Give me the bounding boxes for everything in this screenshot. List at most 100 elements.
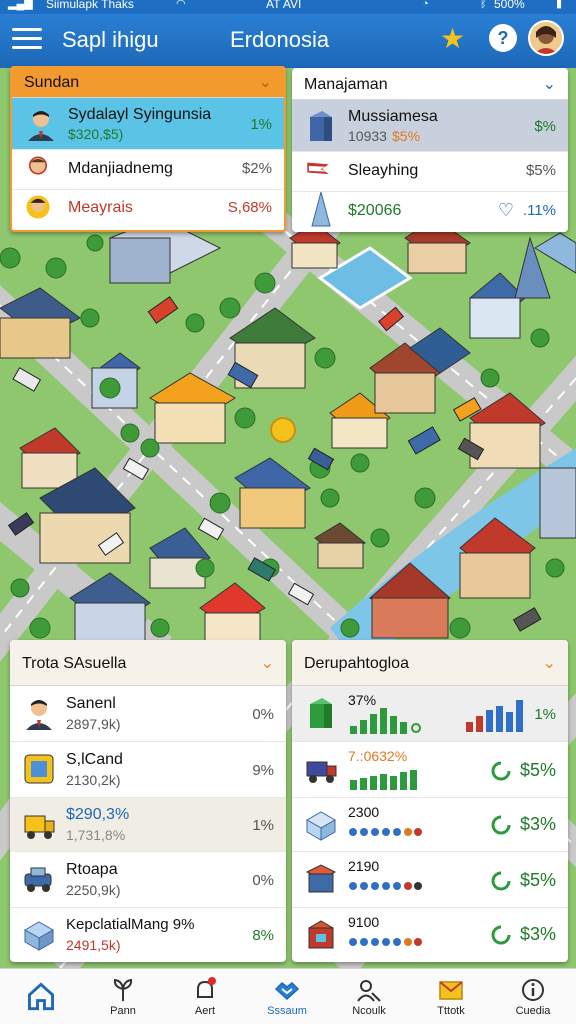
nav-label: Tttotk — [437, 1005, 465, 1017]
refresh-icon — [491, 871, 511, 891]
row-value: 2250,9k) — [66, 882, 121, 898]
list-item[interactable]: 2300 $3% — [292, 798, 568, 852]
car-icon — [24, 867, 52, 892]
panel-header[interactable]: Manajaman ⌄ — [292, 68, 568, 100]
panel-bottom-left: Trota SAsuella ⌄ Sanenl 2897,9k) 0% S,lC… — [10, 640, 286, 962]
row-percent: 1% — [534, 706, 556, 723]
row-percent: $5% — [519, 760, 556, 780]
city-name[interactable]: Erdonosia — [230, 27, 329, 53]
warehouse-icon — [305, 811, 337, 841]
chevron-down-icon[interactable]: ⌄ — [259, 72, 272, 92]
person-icon — [28, 111, 54, 141]
building-icon — [308, 920, 334, 949]
nav-label: Pann — [110, 1005, 136, 1017]
dots-chart-icon — [349, 828, 422, 836]
truck-icon — [306, 761, 337, 783]
row-name: $290,3% — [66, 806, 130, 823]
heart-icon: ♡ — [497, 200, 514, 220]
list-item[interactable]: S,lCand 2130,2k) 9% — [10, 742, 286, 798]
chevron-down-icon[interactable]: ⌄ — [543, 653, 556, 673]
nav-pann[interactable]: Pann — [82, 969, 164, 1024]
list-item[interactable]: KepclatialMang 9% 2491,5k) 8% — [10, 908, 286, 962]
bottom-nav: Pann Aert Sssaum Ncoulk Tttotk Cuedia — [0, 968, 576, 1024]
panel-header[interactable]: Derupahtogloa ⌄ — [292, 640, 568, 686]
list-item[interactable]: 7.:0632% $5% — [292, 742, 568, 798]
row-name: KepclatialMang 9% — [66, 916, 195, 933]
handshake-icon — [274, 981, 300, 1001]
refresh-icon — [491, 761, 511, 781]
list-item[interactable]: Mussiamesa 10933 $5% $% — [292, 100, 568, 152]
warehouse-icon — [23, 921, 55, 951]
truck-icon — [24, 815, 55, 839]
row-percent: 0% — [252, 706, 274, 723]
row-name: Rtoapa — [66, 861, 118, 878]
row-percent: $5% — [525, 162, 556, 179]
status-time: AT AVI — [266, 0, 302, 11]
list-item[interactable]: Mdanjiadnemg $2% — [12, 150, 284, 190]
building-icon — [310, 111, 332, 141]
chevron-down-icon[interactable]: ⌄ — [261, 653, 274, 673]
status-bar: ▂▄▆ Siimulapk Thaks ◠ AT AVI ◔ ᛒ 500% ▮ — [0, 0, 576, 14]
info-icon — [522, 979, 544, 1001]
app-header: Sapl ihigu Erdonosia ★ ? — [0, 14, 576, 68]
row-percent: 9% — [252, 762, 274, 779]
list-item[interactable]: 37% 1% — [292, 686, 568, 742]
clock-icon: ◔ — [422, 0, 429, 10]
nav-cuedia[interactable]: Cuedia — [492, 969, 574, 1024]
people-icon — [357, 980, 381, 1002]
nav-label: Cuedia — [515, 1005, 551, 1017]
nav-tttotk[interactable]: Tttotk — [410, 969, 492, 1024]
row-percent: $% — [534, 118, 556, 135]
leaf-icon — [113, 978, 133, 1001]
list-item[interactable]: Sydalayl Syingunsia $320,$5) 1% — [12, 98, 284, 150]
row-name: Meayrais — [68, 199, 133, 216]
bar-chart-icon — [350, 708, 421, 734]
flag-icon — [307, 162, 329, 175]
row-name: Mdanjiadnemg — [68, 160, 173, 177]
panel-header[interactable]: Sundan ⌄ — [12, 68, 284, 98]
row-percent: $5% — [519, 870, 556, 890]
person-icon — [28, 156, 48, 175]
list-item[interactable]: Rtoapa 2250,9k) 0% — [10, 852, 286, 908]
row-name: 7.:0632% — [348, 748, 408, 764]
list-item[interactable]: $20066 .11% ♡ — [292, 192, 568, 232]
row-value: 1,731,8% — [66, 827, 126, 843]
coin-icon — [270, 417, 296, 443]
nav-aert[interactable]: Aert — [164, 969, 246, 1024]
nav-ncoulk[interactable]: Ncoulk — [328, 969, 410, 1024]
list-item[interactable]: 2190 $5% — [292, 852, 568, 908]
row-percent: 1% — [252, 817, 274, 834]
panel-title: Derupahtogloa — [304, 655, 409, 672]
bar-chart-icon — [466, 700, 523, 732]
mail-icon — [439, 981, 463, 1000]
row-percent: 8% — [252, 927, 274, 944]
star-icon[interactable]: ★ — [440, 24, 465, 54]
app-title: Sapl ihigu — [62, 27, 159, 52]
row-value: 2491,5k) — [66, 937, 121, 953]
bell-icon — [197, 977, 216, 998]
row-name: Sanenl — [66, 695, 116, 712]
signal-icon: ▂▄▆ — [8, 0, 33, 10]
panel-header[interactable]: Trota SAsuella ⌄ — [10, 640, 286, 686]
help-icon[interactable]: ? — [489, 24, 517, 52]
nav-home[interactable] — [0, 969, 82, 1024]
battery-icon: ▮ — [556, 0, 563, 10]
panel-title: Trota SAsuella — [22, 655, 127, 672]
list-item[interactable]: Sleayhing $5% — [292, 152, 568, 192]
panel-top-left: Sundan ⌄ Sydalayl Syingunsia $320,$5) 1%… — [10, 66, 286, 232]
nav-sssaum[interactable]: Sssaum — [246, 969, 328, 1024]
avatar[interactable] — [528, 20, 564, 56]
menu-icon[interactable] — [12, 28, 42, 52]
chevron-down-icon[interactable]: ⌄ — [543, 74, 556, 94]
row-percent: 1% — [250, 116, 272, 133]
wifi-icon: ◠ — [176, 0, 186, 10]
list-item[interactable]: Meayrais S,68% — [12, 190, 284, 228]
nav-label: Sssaum — [267, 1005, 307, 1017]
row-name: Sleayhing — [348, 162, 419, 179]
list-item[interactable]: 9100 $3% — [292, 908, 568, 962]
list-item[interactable]: $290,3% 1,731,8% 1% — [10, 798, 286, 852]
panel-top-right: Manajaman ⌄ Mussiamesa 10933 $5% $% Slea… — [292, 68, 568, 232]
row-name: 2300 — [348, 804, 380, 820]
list-item[interactable]: Sanenl 2897,9k) 0% — [10, 686, 286, 742]
panel-title: Sundan — [24, 74, 80, 91]
